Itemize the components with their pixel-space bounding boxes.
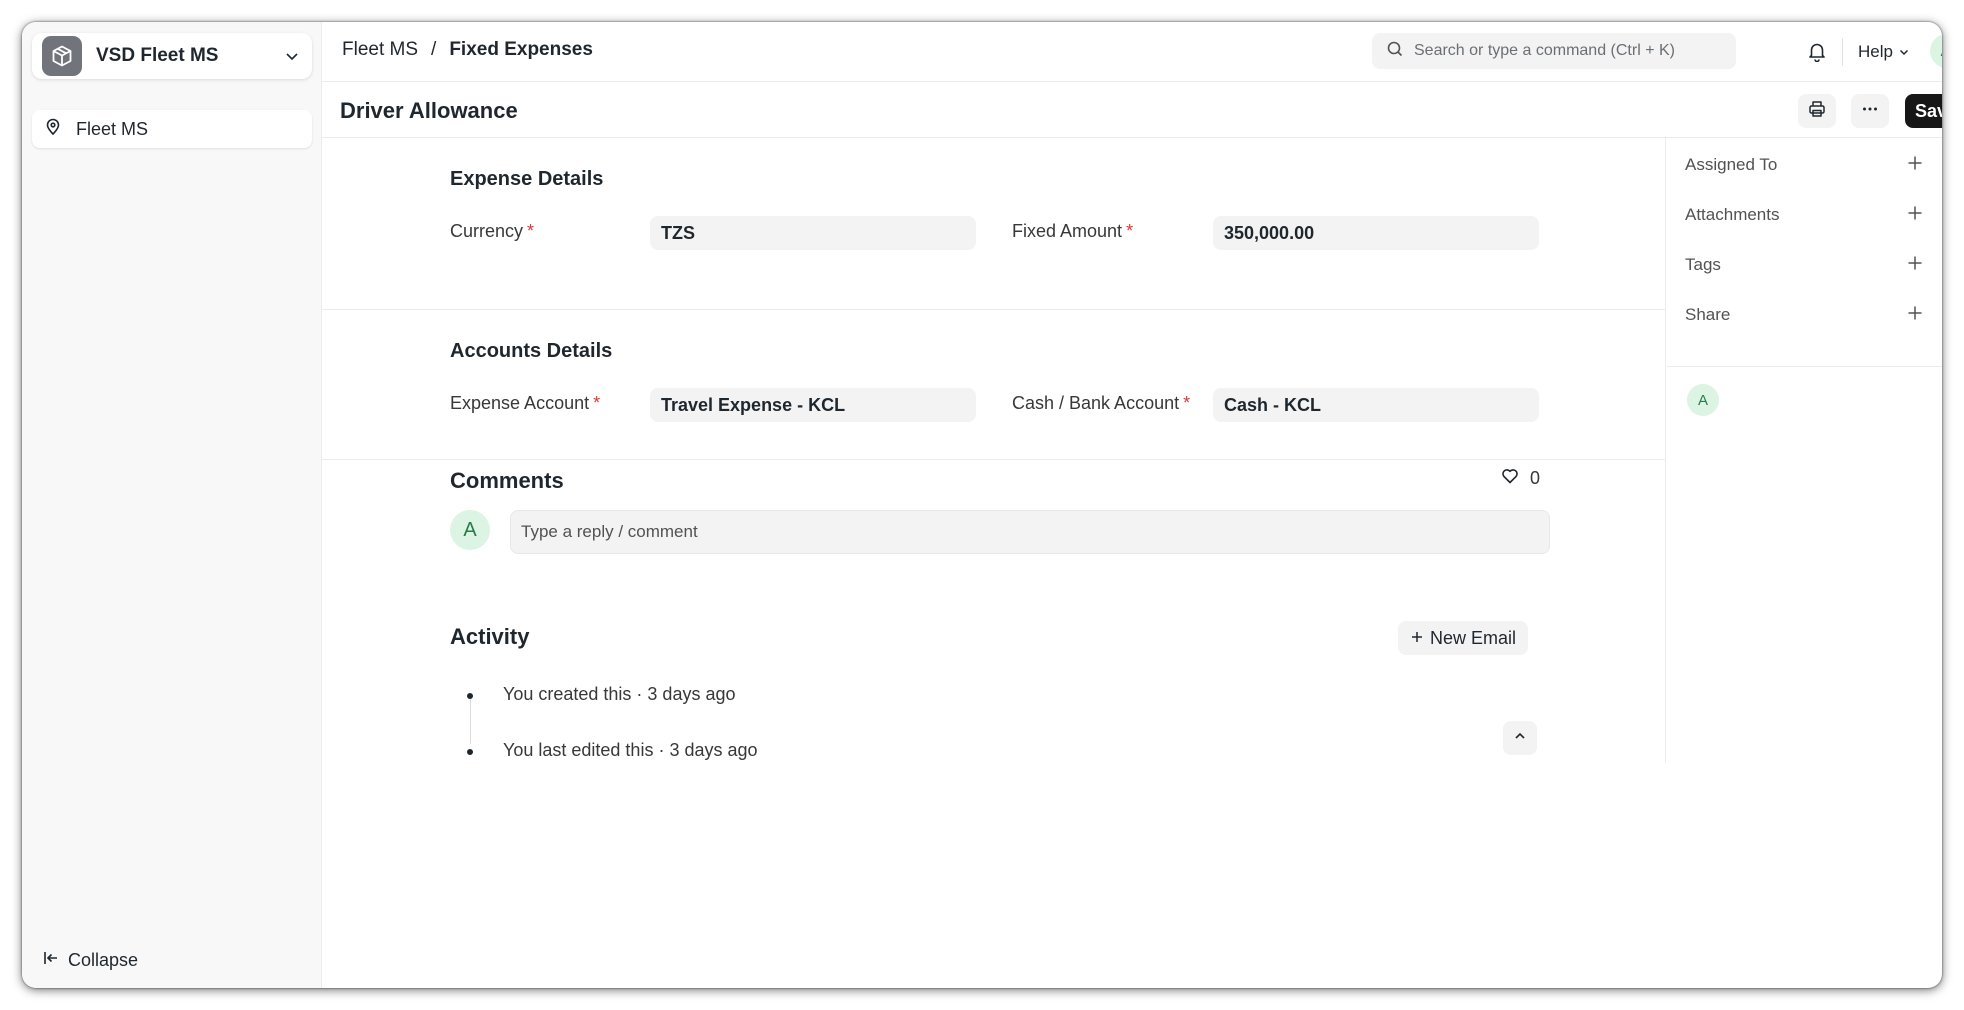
breadcrumb-fleet-ms[interactable]: Fleet MS	[342, 39, 418, 61]
currency-label: Currency *	[450, 221, 534, 242]
breadcrumb: Fleet MS / Fixed Expenses	[342, 39, 593, 61]
navbar: Fleet MS / Fixed Expenses Search or type…	[322, 22, 1942, 82]
activity-item: You created this · 3 days ago	[503, 684, 736, 704]
activity-title: Activity	[450, 624, 530, 649]
plus-icon	[1410, 627, 1424, 650]
section-title: Expense Details	[450, 168, 604, 190]
comment-avatar: A	[450, 510, 490, 550]
share-row[interactable]: Share	[1685, 300, 1923, 330]
collapse-left-icon	[42, 949, 60, 972]
notification-bell-icon[interactable]	[1806, 40, 1828, 67]
fixed-amount-label: Fixed Amount *	[1012, 221, 1133, 242]
form-sidebar: Assigned To Attachments Tags Share A	[1667, 138, 1942, 763]
currency-field[interactable]: TZS	[650, 216, 976, 250]
required-mark: *	[1126, 221, 1134, 241]
collapse-sidebar-button[interactable]: Collapse	[42, 949, 138, 972]
app-logo-icon	[42, 36, 82, 76]
chevron-down-icon	[282, 46, 302, 66]
activity-item: You last edited this · 3 days ago	[503, 740, 758, 760]
breadcrumb-fixed-expenses[interactable]: Fixed Expenses	[449, 39, 593, 61]
share-label: Share	[1685, 305, 1731, 324]
like-button[interactable]: 0	[1500, 466, 1540, 491]
accounts-details-section: Accounts Details Expense Account * Travel…	[322, 310, 1666, 460]
comments-title: Comments	[450, 468, 564, 493]
sidebar: VSD Fleet MS Fleet MS Collapse	[22, 22, 322, 988]
print-button[interactable]	[1798, 94, 1836, 128]
required-mark: *	[593, 393, 601, 413]
required-mark: *	[527, 221, 535, 241]
search-icon	[1386, 40, 1404, 63]
plus-icon[interactable]	[1907, 305, 1923, 326]
required-mark: *	[1183, 393, 1191, 413]
assigned-to-label: Assigned To	[1685, 155, 1778, 174]
main-area: Fleet MS / Fixed Expenses Search or type…	[322, 22, 1942, 988]
app-name: VSD Fleet MS	[96, 45, 219, 66]
timeline-line	[470, 698, 471, 744]
search-bar[interactable]	[1372, 33, 1736, 69]
new-email-label: New Email	[1430, 627, 1517, 648]
assigned-to-row[interactable]: Assigned To	[1685, 150, 1923, 180]
plus-icon[interactable]	[1907, 255, 1923, 276]
currency-label-text: Currency	[450, 221, 524, 241]
attachments-row[interactable]: Attachments	[1685, 200, 1923, 230]
section-title: Accounts Details	[450, 340, 613, 362]
heart-icon	[1500, 466, 1520, 491]
attachments-label: Attachments	[1685, 205, 1780, 224]
search-input[interactable]	[1414, 42, 1714, 60]
cash-bank-account-label-text: Cash / Bank Account	[1012, 393, 1180, 413]
printer-icon	[1807, 99, 1827, 124]
chevron-up-icon	[1513, 729, 1527, 748]
user-avatar[interactable]: A	[1930, 34, 1942, 68]
breadcrumb-separator: /	[431, 39, 437, 60]
chevron-down-icon	[1897, 45, 1911, 59]
comment-input[interactable]	[510, 510, 1550, 554]
sidebar-item-fleet-ms[interactable]: Fleet MS	[32, 110, 312, 148]
viewer-avatar[interactable]: A	[1687, 384, 1719, 416]
timeline-dot	[467, 749, 473, 755]
fixed-amount-label-text: Fixed Amount	[1012, 221, 1123, 241]
more-horizontal-icon	[1860, 99, 1880, 124]
timeline-dot	[467, 693, 473, 699]
expense-details-section: Expense Details Currency * TZS Fixed Amou…	[322, 138, 1666, 310]
sidebar-divider	[1667, 366, 1942, 367]
map-pin-icon	[44, 118, 62, 141]
plus-icon[interactable]	[1907, 205, 1923, 226]
save-button[interactable]: Save	[1905, 94, 1942, 128]
new-email-button[interactable]: New Email	[1398, 621, 1529, 655]
page-header: Driver Allowance Save	[322, 82, 1942, 138]
form-content: Expense Details Currency * TZS Fixed Amou…	[322, 138, 1666, 763]
cash-bank-account-label: Cash / Bank Account *	[1012, 393, 1190, 414]
help-label: Help	[1858, 42, 1893, 61]
tags-label: Tags	[1685, 255, 1721, 274]
app-window: VSD Fleet MS Fleet MS Collapse Fleet MS …	[22, 22, 1942, 988]
help-dropdown[interactable]: Help	[1858, 42, 1911, 62]
like-count: 0	[1530, 468, 1541, 488]
expense-account-label-text: Expense Account	[450, 393, 590, 413]
page-title: Driver Allowance	[340, 98, 518, 123]
expense-account-label: Expense Account *	[450, 393, 600, 414]
expense-account-field[interactable]: Travel Expense - KCL	[650, 388, 976, 422]
cash-bank-account-field[interactable]: Cash - KCL	[1213, 388, 1539, 422]
navbar-divider	[1842, 38, 1843, 66]
plus-icon[interactable]	[1907, 155, 1923, 176]
sidebar-item-label: Fleet MS	[76, 118, 149, 139]
more-actions-button[interactable]	[1851, 94, 1889, 128]
collapse-label: Collapse	[68, 950, 139, 970]
collapse-activity-button[interactable]	[1503, 721, 1537, 755]
app-switcher[interactable]: VSD Fleet MS	[32, 33, 312, 79]
tags-row[interactable]: Tags	[1685, 250, 1923, 280]
fixed-amount-field[interactable]: 350,000.00	[1213, 216, 1539, 250]
